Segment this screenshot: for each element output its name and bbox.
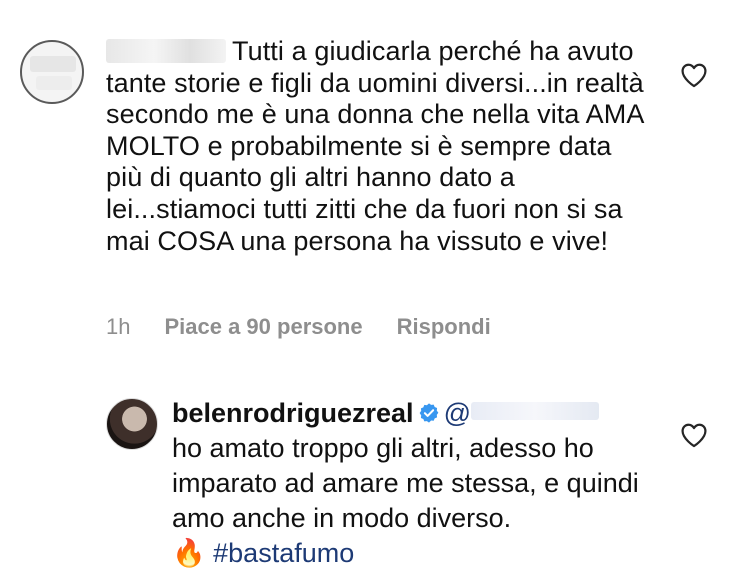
comment-body: Tutti a giudicarla perché ha avuto tante… [106,36,646,257]
commenter-avatar[interactable] [20,40,84,104]
reply-text: ho amato troppo gli altri, adesso ho imp… [172,433,639,533]
likes-count-link[interactable]: Piace a 90 persone [164,314,362,340]
verified-badge-icon [419,403,438,423]
comment-time: 1h [106,314,131,339]
reply-mention[interactable]: @ [444,398,599,428]
comment-text: Tutti a giudicarla perché ha avuto tante… [106,36,644,256]
mention-redacted [471,402,599,420]
heart-icon[interactable] [680,422,708,448]
comment-meta: 1h Piace a 90 persone Rispondi [106,314,491,340]
reply-body: belenrodriguezreal @ ho amato troppo gli… [172,396,672,571]
commenter-username-redacted[interactable] [106,39,226,63]
reply-button[interactable]: Rispondi [397,314,491,340]
heart-icon[interactable] [680,62,708,88]
reply-hashtag[interactable]: #bastafumo [213,538,354,568]
fire-emoji-icon: 🔥 [172,538,206,569]
reply-username[interactable]: belenrodriguezreal [172,398,414,428]
reply-avatar[interactable] [106,398,158,450]
